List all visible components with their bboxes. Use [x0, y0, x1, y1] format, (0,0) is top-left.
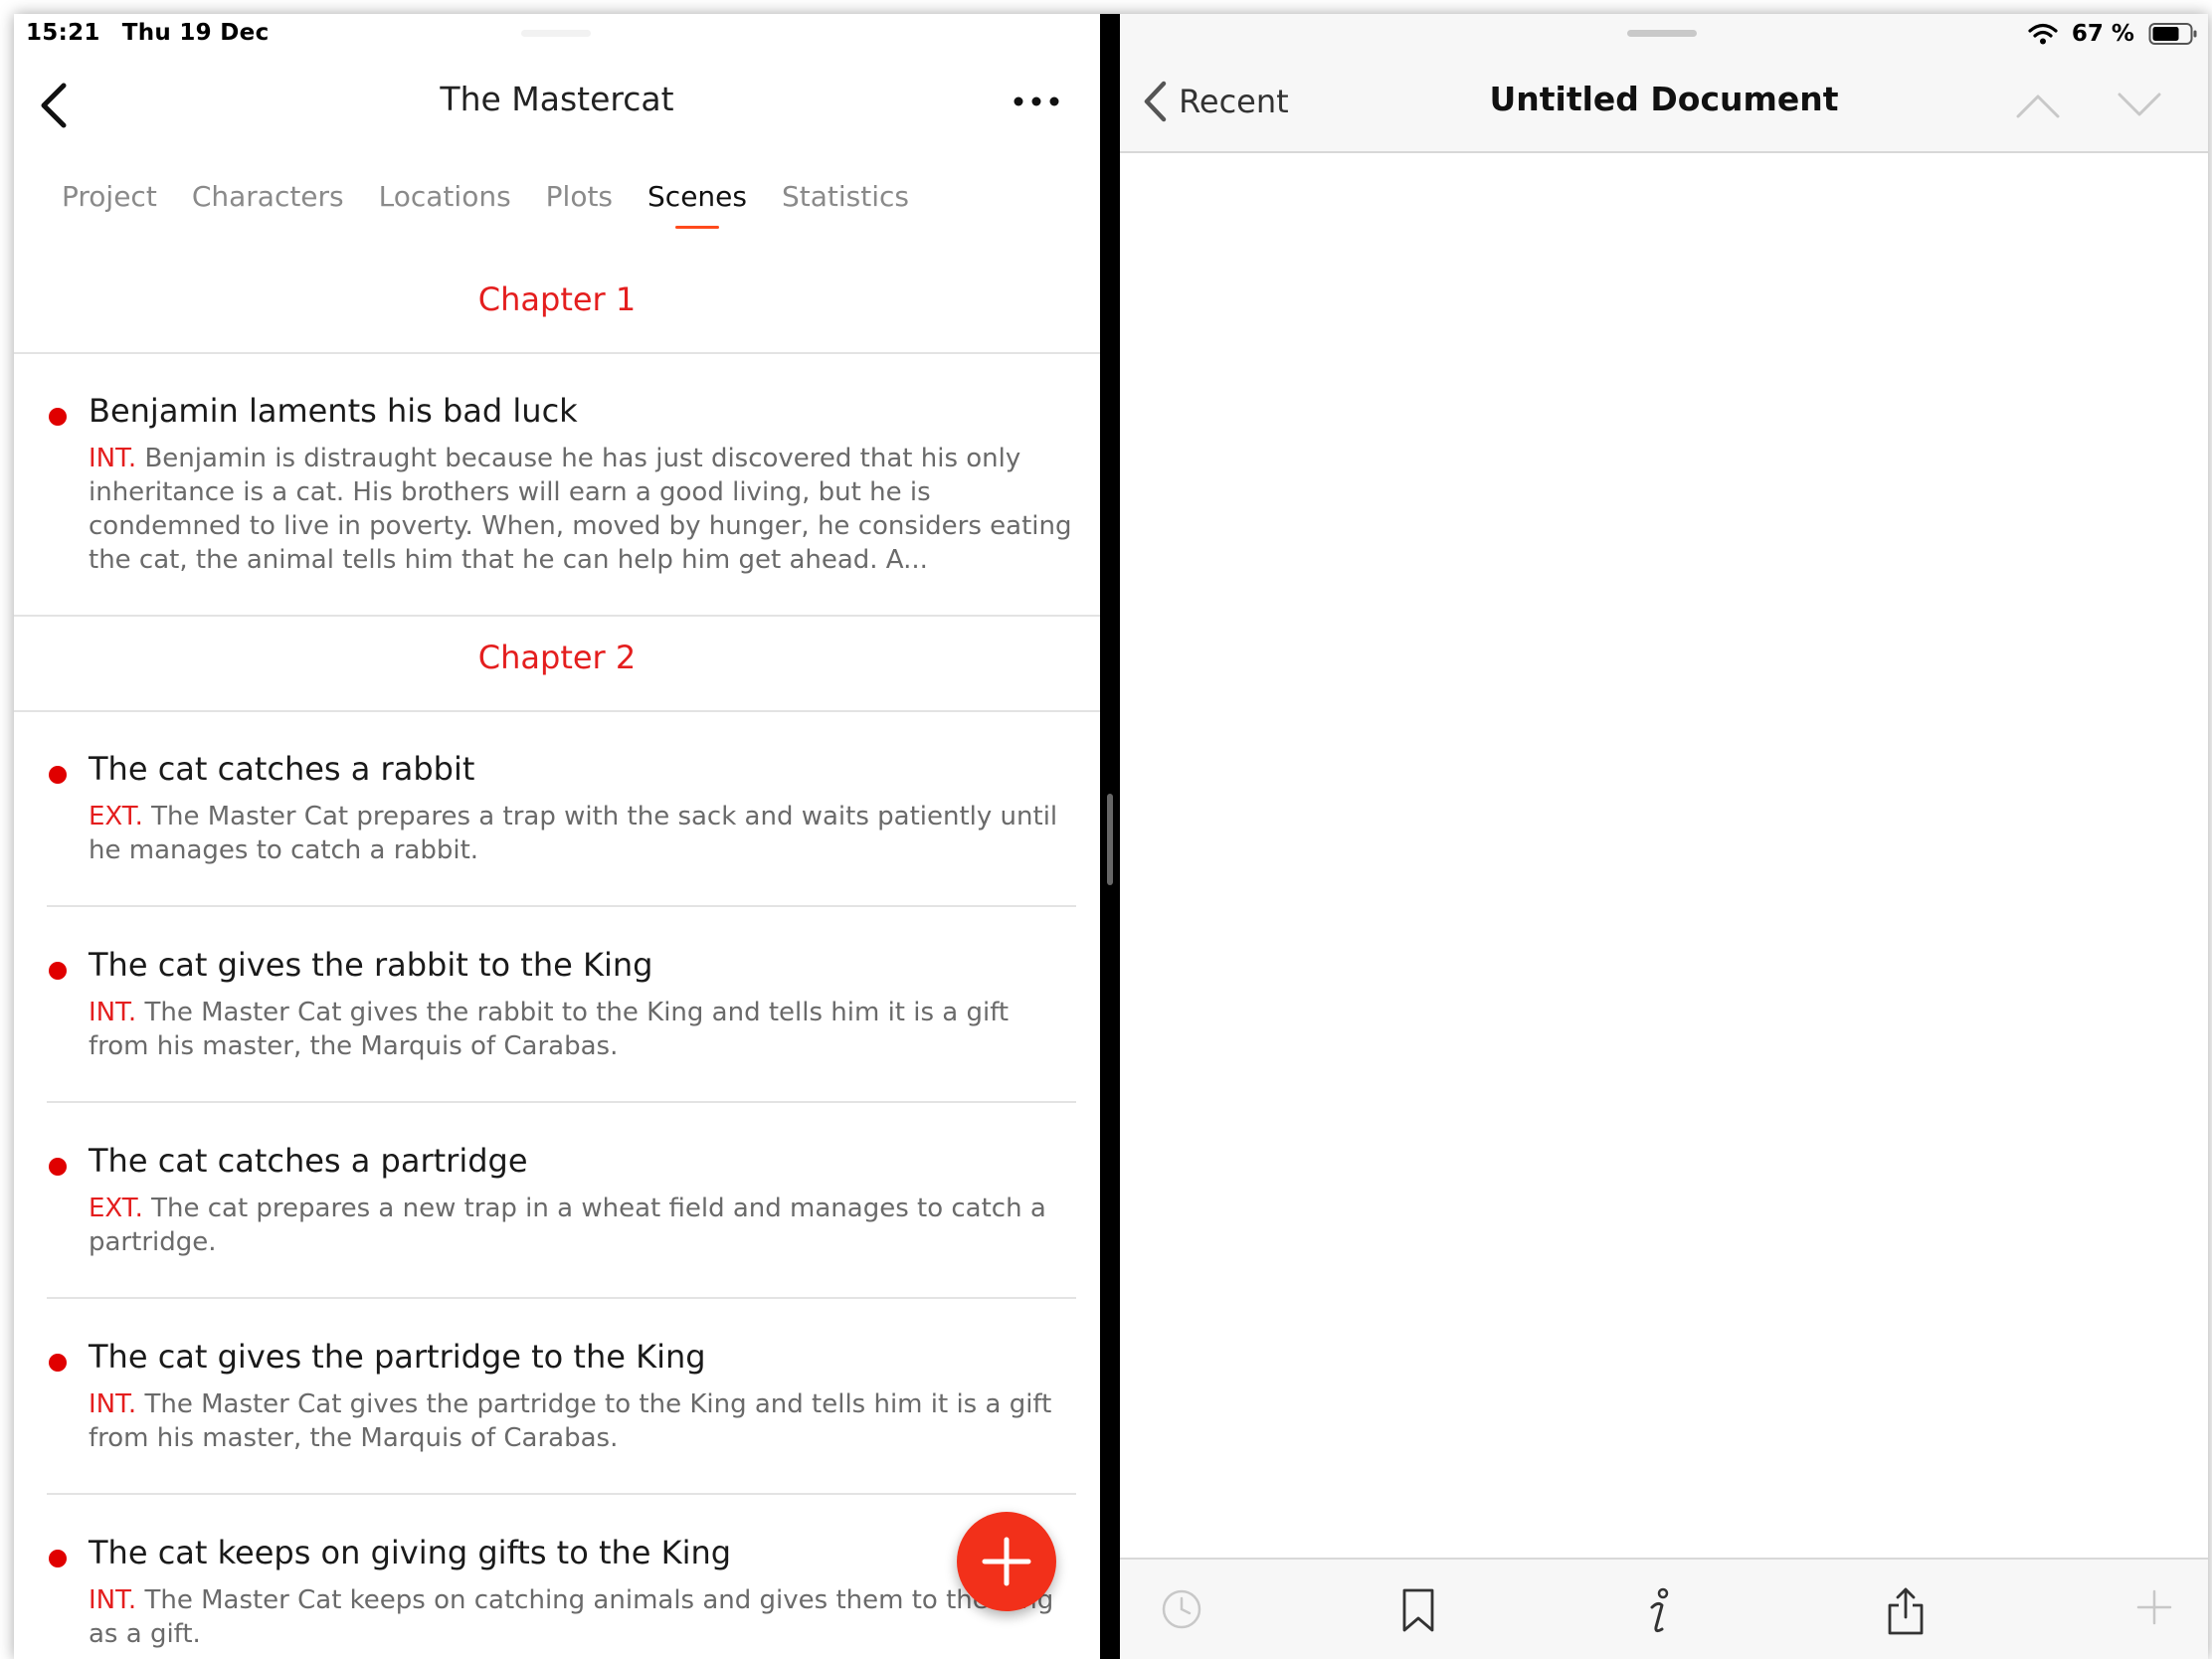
navigation-bar: 67 % Recent Untitled Document [1120, 14, 2208, 153]
scene-title: The cat catches a rabbit [89, 750, 475, 788]
chapter-header[interactable]: Chapter 1 [14, 280, 1100, 318]
right-pane: 67 % Recent Untitled Document [1120, 14, 2208, 1659]
divider [14, 615, 1100, 617]
info-icon[interactable] [1642, 1587, 1678, 1637]
chevron-up-icon[interactable] [2015, 92, 2061, 119]
scene-status-dot [49, 962, 67, 980]
scene-title: Benjamin laments his bad luck [89, 392, 578, 430]
status-bar-right: 67 % [2028, 20, 2198, 47]
add-scene-button[interactable] [957, 1512, 1056, 1611]
scene-description: EXT. The cat prepares a new trap in a wh… [89, 1192, 1073, 1259]
clock-icon[interactable] [1160, 1587, 1203, 1631]
scene-title: The cat keeps on giving gifts to the Kin… [89, 1534, 732, 1571]
scene-tag: INT. [89, 1585, 137, 1615]
project-title: The Mastercat [440, 80, 674, 118]
scene-description: INT. The Master Cat keeps on catching an… [89, 1583, 1073, 1651]
scene-tag: INT. [89, 444, 137, 473]
split-view-window: 15:21 Thu 19 Dec The Mastercat Project Cha… [14, 14, 2208, 1659]
scene-status-dot [49, 1354, 67, 1372]
scene-tag: EXT. [89, 802, 143, 831]
scene-description-text: The cat prepares a new trap in a wheat f… [89, 1194, 1046, 1257]
bottom-toolbar [1120, 1558, 2208, 1659]
split-view-divider[interactable] [1100, 14, 1120, 1659]
scene-status-dot [49, 1550, 67, 1567]
scene-description-text: The Master Cat prepares a trap with the … [89, 802, 1058, 865]
divider [47, 1493, 1076, 1495]
plus-icon[interactable] [2134, 1587, 2174, 1627]
left-pane: 15:21 Thu 19 Dec The Mastercat Project Cha… [14, 14, 1100, 1659]
battery-percent: 67 % [2071, 20, 2134, 47]
divider-handle[interactable] [1107, 794, 1113, 885]
section-tabs: Project Characters Locations Plots Scenes Sta… [62, 180, 944, 240]
tab-characters[interactable]: Characters [192, 180, 344, 213]
scene-description-text: The Master Cat gives the partridge to th… [89, 1389, 1052, 1453]
divider [14, 352, 1100, 354]
bookmark-icon[interactable] [1400, 1587, 1436, 1633]
scene-description: INT. The Master Cat gives the partridge … [89, 1387, 1073, 1455]
more-options-icon[interactable] [1013, 90, 1060, 113]
scene-description: EXT. The Master Cat prepares a trap with… [89, 800, 1073, 867]
multitasking-grabber[interactable] [1627, 30, 1697, 37]
scene-description: INT. Benjamin is distraught because he h… [89, 442, 1073, 577]
divider [14, 710, 1100, 712]
scene-status-dot [49, 1158, 67, 1176]
battery-icon [2148, 22, 2197, 45]
scene-description: INT. The Master Cat gives the rabbit to … [89, 996, 1073, 1063]
share-icon[interactable] [1886, 1587, 1926, 1637]
scene-description-text: The Master Cat keeps on catching animals… [89, 1585, 1054, 1649]
tab-project[interactable]: Project [62, 180, 157, 213]
plus-icon [982, 1537, 1031, 1586]
tab-statistics[interactable]: Statistics [782, 180, 909, 213]
tab-locations[interactable]: Locations [379, 180, 511, 213]
multitasking-grabber[interactable] [521, 30, 591, 37]
chevron-down-icon[interactable] [2117, 92, 2162, 119]
tab-scenes[interactable]: Scenes [647, 180, 747, 229]
document-editor[interactable] [1120, 153, 2208, 1558]
divider [47, 905, 1076, 907]
scene-title: The cat gives the rabbit to the King [89, 946, 653, 984]
scene-status-dot [49, 408, 67, 426]
scene-title: The cat gives the partridge to the King [89, 1338, 706, 1376]
chapter-header[interactable]: Chapter 2 [14, 639, 1100, 676]
divider [47, 1101, 1076, 1103]
scene-tag: INT. [89, 998, 137, 1027]
status-bar-left: 15:21 Thu 19 Dec [26, 20, 291, 46]
wifi-icon [2028, 23, 2058, 44]
scene-description-text: The Master Cat gives the rabbit to the K… [89, 998, 1010, 1061]
scene-description-text: Benjamin is distraught because he has ju… [89, 444, 1072, 575]
scene-tag: EXT. [89, 1194, 143, 1223]
scene-tag: INT. [89, 1389, 137, 1419]
status-date: Thu 19 Dec [121, 20, 270, 46]
status-time: 15:21 [26, 20, 100, 46]
scene-status-dot [49, 766, 67, 784]
tab-plots[interactable]: Plots [546, 180, 613, 213]
divider [47, 1297, 1076, 1299]
scene-title: The cat catches a partridge [89, 1142, 528, 1180]
